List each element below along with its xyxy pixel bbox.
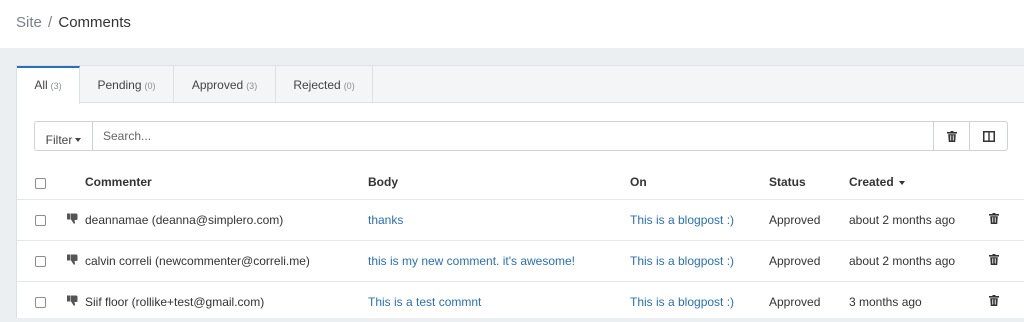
breadcrumb-site-link[interactable]: Site [16,14,42,31]
comment-body-link[interactable]: This is a test commnt [368,295,481,309]
tab-rejected[interactable]: Rejected (0) [276,66,373,103]
status-cell: Approved [769,239,849,281]
tab-rejected-label: Rejected [293,78,341,92]
row-checkbox[interactable] [35,214,46,226]
tab-approved[interactable]: Approved (3) [174,66,276,103]
table-row: deannamae (deanna@simplero.com) thanks T… [17,198,1024,240]
tab-all[interactable]: All (3) [17,66,80,104]
filter-label: Filter [45,132,73,147]
search-input[interactable] [93,121,934,151]
columns-toggle-button[interactable] [970,121,1008,151]
comment-body-link[interactable]: this is my new comment. it's awesome! [368,254,575,268]
created-cell: about 2 months ago [849,198,989,240]
status-cell: Approved [769,280,849,322]
row-checkbox[interactable] [35,297,46,309]
chevron-down-icon [75,138,82,143]
columns-icon [982,130,995,142]
breadcrumb-separator: / [48,14,53,31]
bulk-delete-button[interactable] [934,121,970,151]
tab-approved-count: (3) [246,81,258,91]
tab-approved-label: Approved [191,78,244,92]
sort-desc-icon [898,181,905,186]
post-link[interactable]: This is a blogpost :) [630,213,734,227]
comments-panel: All (3) Pending (0) Approved (3) Rejected (0… [16,65,1024,322]
trash-icon[interactable] [989,294,999,306]
thumbs-down-icon[interactable] [67,295,79,306]
page-title: Comments [58,14,131,31]
header-commenter[interactable]: Commenter [85,166,368,199]
thumbs-down-icon[interactable] [67,213,79,224]
tab-pending[interactable]: Pending (0) [80,66,174,103]
header-created[interactable]: Created [849,166,989,199]
table-row: calvin correli (newcommenter@correli.me)… [17,239,1024,281]
breadcrumb: Site / Comments [0,0,1024,48]
tab-pending-count: (0) [144,81,156,91]
header-created-label: Created [849,175,894,190]
commenter-cell: deannamae (deanna@simplero.com) [85,198,368,240]
row-checkbox[interactable] [35,255,46,267]
status-cell: Approved [769,198,849,240]
header-body[interactable]: Body [368,166,630,199]
status-tabs: All (3) Pending (0) Approved (3) Rejected (0… [17,66,1024,104]
created-cell: 3 months ago [849,280,989,322]
comment-body-link[interactable]: thanks [368,213,403,227]
table-row: Siif floor (rollike+test@gmail.com) This… [17,280,1024,322]
header-status[interactable]: Status [769,166,849,199]
post-link[interactable]: This is a blogpost :) [630,254,734,268]
thumbs-down-icon[interactable] [67,254,79,265]
tab-all-count: (3) [50,81,62,91]
filter-button[interactable]: Filter [34,121,93,151]
tab-all-label: All [34,78,48,92]
post-link[interactable]: This is a blogpost :) [630,295,734,309]
table-header-row: Commenter Body On Status Created [17,166,1024,199]
trash-icon [946,130,957,142]
header-on[interactable]: On [630,166,769,199]
tab-rejected-count: (0) [343,81,355,91]
trash-icon[interactable] [989,253,999,265]
commenter-cell: Siif floor (rollike+test@gmail.com) [85,280,368,322]
commenter-cell: calvin correli (newcommenter@correli.me) [85,239,368,281]
toolbar: Filter [34,121,1008,151]
comments-table: Commenter Body On Status Created deannam… [17,166,1024,322]
tab-pending-label: Pending [97,78,142,92]
created-cell: about 2 months ago [849,239,989,281]
select-all-checkbox[interactable] [35,177,46,189]
trash-icon[interactable] [989,212,999,224]
